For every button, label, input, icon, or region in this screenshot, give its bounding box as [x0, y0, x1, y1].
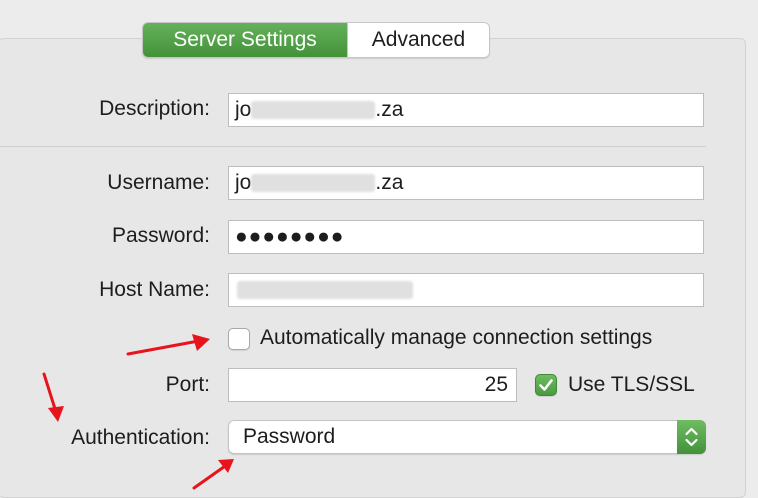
port-label: Port: — [165, 373, 210, 396]
username-label: Username: — [107, 171, 210, 194]
password-field[interactable]: ●●●●●●●● — [228, 220, 704, 254]
username-value-prefix: jo — [235, 171, 252, 194]
host-name-field[interactable] — [228, 273, 704, 307]
redacted-text — [237, 281, 413, 300]
checkmark-icon — [539, 379, 553, 391]
use-tls-label[interactable]: Use TLS/SSL — [568, 373, 695, 397]
tab-server-settings[interactable]: Server Settings — [143, 23, 347, 57]
port-field[interactable]: 25 — [228, 368, 517, 402]
authentication-select[interactable]: Password — [228, 420, 706, 454]
host-name-label: Host Name: — [99, 278, 210, 301]
tab-bar: Server Settings Advanced — [142, 22, 490, 58]
password-label: Password: — [111, 224, 210, 247]
divider — [0, 146, 706, 147]
tab-advanced[interactable]: Advanced — [347, 23, 489, 57]
auto-manage-label[interactable]: Automatically manage connection settings — [260, 326, 652, 350]
use-tls-checkbox[interactable] — [535, 374, 557, 396]
description-value-suffix: .za — [375, 98, 404, 121]
authentication-stepper[interactable] — [677, 420, 706, 454]
chevron-updown-icon — [685, 427, 698, 447]
description-value-prefix: jo — [235, 98, 252, 121]
redacted-text — [251, 101, 376, 120]
description-field[interactable]: jo .za — [228, 93, 704, 127]
auto-manage-checkbox[interactable] — [228, 328, 250, 350]
description-label: Description: — [99, 97, 210, 120]
authentication-label: Authentication: — [71, 426, 210, 449]
username-value-suffix: .za — [375, 171, 404, 194]
redacted-text — [251, 174, 376, 193]
username-field[interactable]: jo .za — [228, 166, 704, 200]
authentication-value: Password — [243, 425, 336, 448]
